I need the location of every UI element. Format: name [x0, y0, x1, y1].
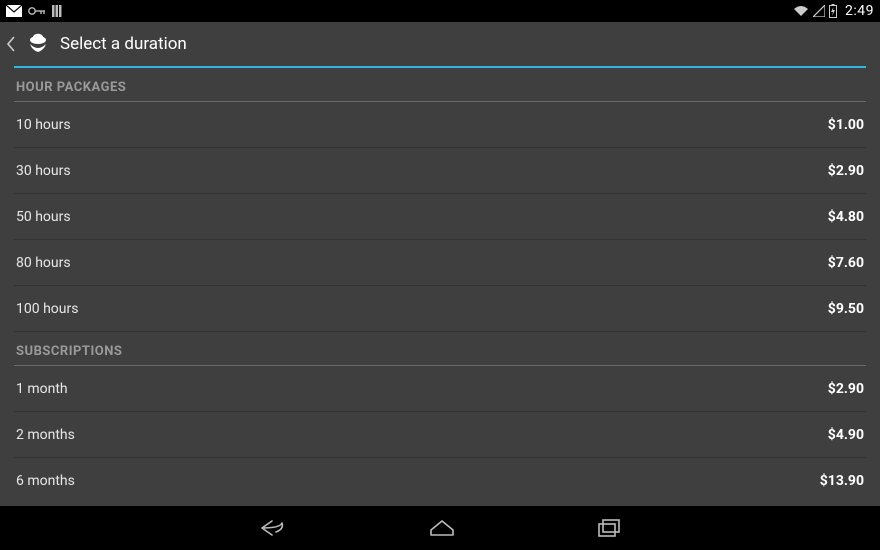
item-price: $2.90	[828, 381, 866, 397]
content: HOUR PACKAGES 10 hours $1.00 30 hours $2…	[0, 66, 880, 506]
item-price: $13.90	[820, 473, 866, 489]
section-header-subscriptions: SUBSCRIPTIONS	[14, 332, 866, 365]
nav-back-button[interactable]	[258, 517, 288, 539]
app-icon	[24, 30, 52, 58]
nav-recents-button[interactable]	[596, 517, 622, 539]
item-price: $7.60	[828, 255, 866, 271]
item-price: $4.80	[828, 209, 866, 225]
screen: 2:49 Select a duration HOUR PACKAGES 10 …	[0, 0, 880, 550]
list-item[interactable]: 10 hours $1.00	[14, 102, 866, 148]
item-label: 80 hours	[14, 255, 71, 271]
status-clock: 2:49	[845, 3, 874, 19]
item-label: 10 hours	[14, 117, 71, 133]
list-item[interactable]: 100 hours $9.50	[14, 286, 866, 332]
nav-home-button[interactable]	[428, 517, 456, 539]
list-item[interactable]: 50 hours $4.80	[14, 194, 866, 240]
back-button[interactable]	[6, 35, 16, 53]
mail-icon	[6, 5, 22, 17]
page-title: Select a duration	[60, 34, 187, 54]
status-bar: 2:49	[0, 0, 880, 22]
item-price: $2.90	[828, 163, 866, 179]
list-item[interactable]: 6 months $13.90	[14, 458, 866, 504]
navigation-bar	[0, 506, 880, 550]
key-icon	[28, 6, 46, 16]
list-item[interactable]: 30 hours $2.90	[14, 148, 866, 194]
item-label: 2 months	[14, 427, 75, 443]
list-item[interactable]: 80 hours $7.60	[14, 240, 866, 286]
list-item[interactable]: 2 months $4.90	[14, 412, 866, 458]
item-label: 100 hours	[14, 301, 78, 317]
item-label: 50 hours	[14, 209, 71, 225]
section-header-hour-packages: HOUR PACKAGES	[14, 68, 866, 101]
action-bar: Select a duration	[0, 22, 880, 66]
wifi-icon	[793, 5, 809, 17]
item-label: 30 hours	[14, 163, 71, 179]
item-price: $4.90	[828, 427, 866, 443]
item-price: $9.50	[828, 301, 866, 317]
battery-icon	[829, 4, 837, 18]
list-item[interactable]: 1 month $2.90	[14, 366, 866, 412]
item-label: 1 month	[14, 381, 68, 397]
item-price: $1.00	[828, 117, 866, 133]
item-label: 6 months	[14, 473, 75, 489]
bars-icon	[52, 5, 64, 17]
cell-signal-icon	[813, 5, 825, 17]
